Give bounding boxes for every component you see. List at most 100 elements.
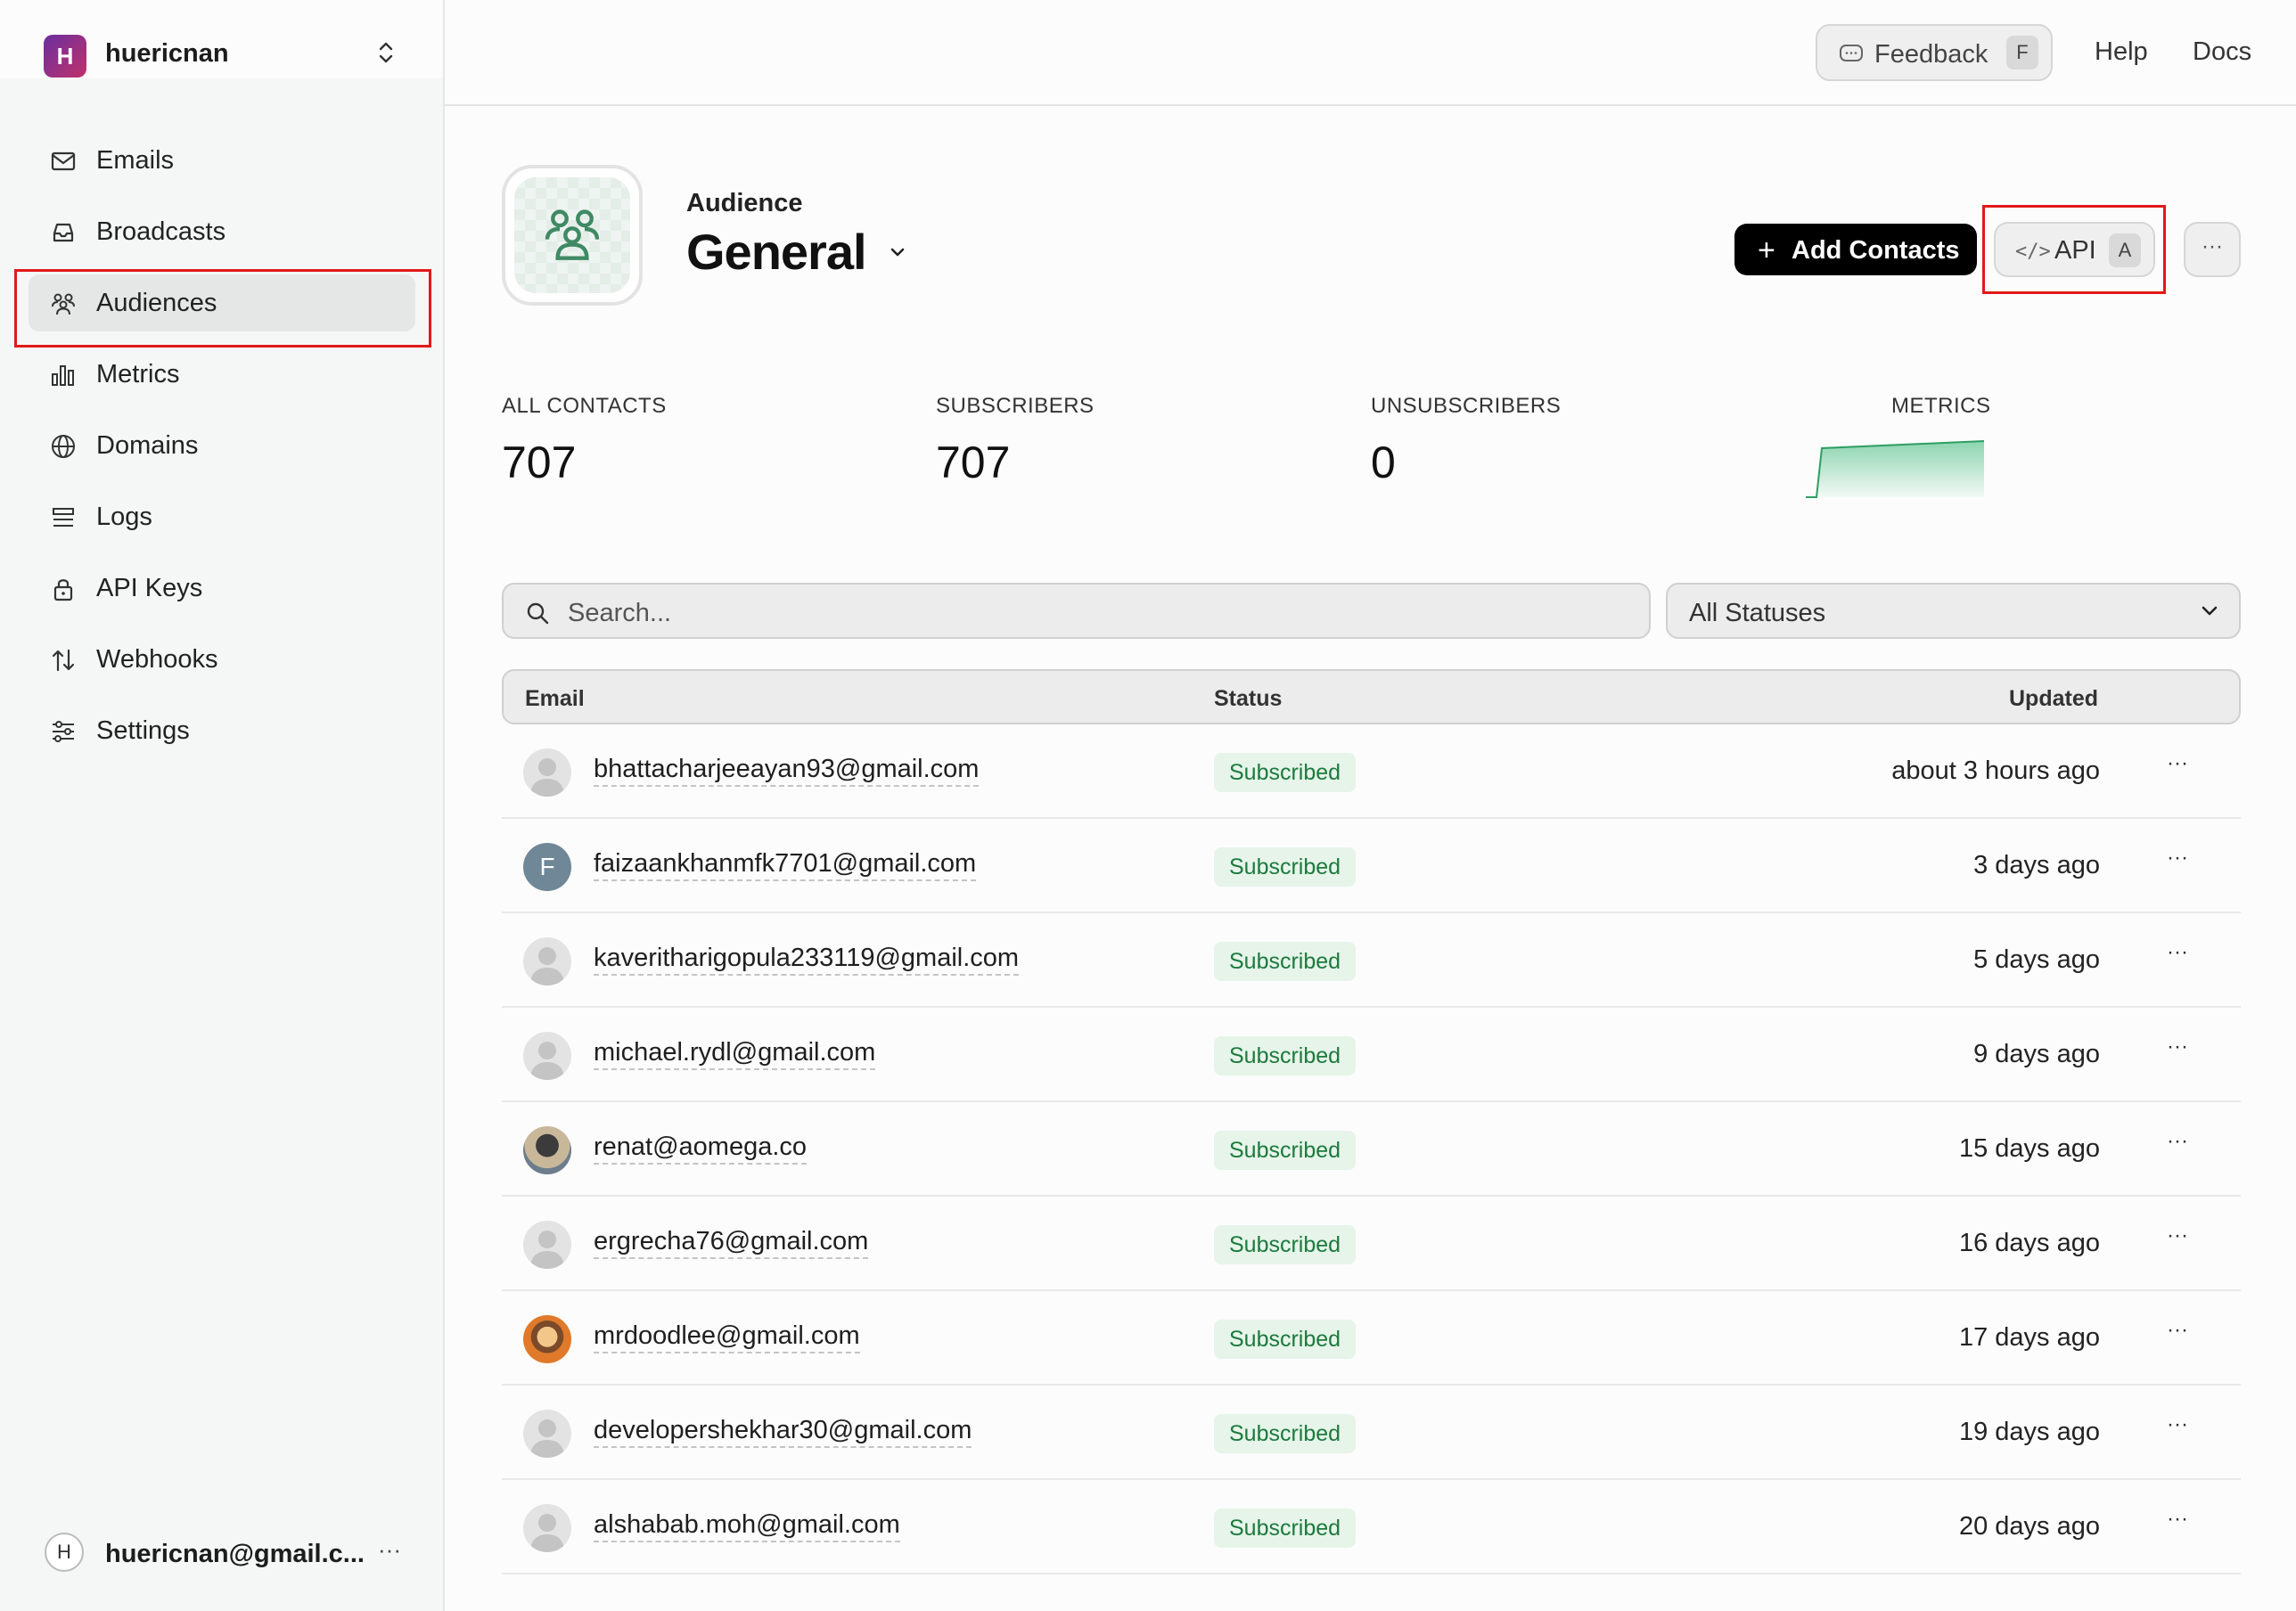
sidebar-item-metrics[interactable]: Metrics (29, 346, 415, 403)
row-more-button[interactable]: ··· (2167, 1129, 2188, 1154)
stat-label: ALL CONTACTS (502, 394, 667, 418)
status-badge: Subscribed (1214, 1509, 1357, 1548)
status-badge: Subscribed (1214, 1036, 1357, 1075)
updated-time: about 3 hours ago (1891, 756, 2100, 785)
row-more-button[interactable]: ··· (2167, 940, 2188, 965)
sidebar-item-label: Emails (96, 146, 175, 175)
globe-icon (52, 435, 75, 458)
contact-email[interactable]: mrdoodlee@gmail.com (594, 1321, 860, 1353)
metrics-sparkline[interactable] (1806, 437, 1988, 499)
status-filter-select[interactable]: All Statuses (1666, 583, 2241, 639)
updated-time: 19 days ago (1958, 1418, 2100, 1446)
audience-label: Audience (686, 189, 803, 217)
updated-time: 9 days ago (1973, 1040, 2100, 1068)
table-row[interactable]: ergrecha76@gmail.com Subscribed 16 days ag… (502, 1197, 2241, 1291)
table-row[interactable]: alshabab.moh@gmail.com Subscribed 20 days … (502, 1480, 2241, 1574)
status-badge: Subscribed (1214, 1320, 1357, 1359)
contact-email[interactable]: bhattacharjeeayan93@gmail.com (594, 755, 980, 787)
contact-email[interactable]: faizaankhanmfk7701@gmail.com (594, 849, 977, 881)
table-row[interactable]: mrdoodlee@gmail.com Subscribed 17 days ago… (502, 1291, 2241, 1386)
table-row[interactable]: Ffaizaankhanmfk7701@gmail.com Subscribed 3… (502, 819, 2241, 913)
shortcut-key: F (2006, 36, 2038, 70)
contact-avatar: F (523, 843, 571, 891)
user-menu[interactable]: H huericnan@gmail.c... ··· (0, 1524, 443, 1586)
stat-label: UNSUBSCRIBERS (1371, 394, 1562, 418)
sidebar-item-broadcasts[interactable]: Broadcasts (29, 203, 415, 260)
search-input[interactable]: Search... (502, 583, 1651, 639)
sidebar-item-label: Logs (96, 503, 152, 531)
stat-label: SUBSCRIBERS (936, 394, 1095, 418)
sidebar-item-label: Webhooks (96, 645, 218, 674)
more-icon[interactable]: ··· (378, 1536, 401, 1564)
contact-avatar (523, 1126, 571, 1174)
row-more-button[interactable]: ··· (2167, 1412, 2188, 1437)
row-more-button[interactable]: ··· (2167, 1223, 2188, 1248)
person-icon (530, 1514, 564, 1552)
users-icon (545, 209, 600, 260)
person-icon (530, 758, 564, 797)
sidebar-item-label: Settings (96, 716, 190, 745)
column-header-email[interactable]: Email (525, 686, 585, 712)
contact-avatar (523, 1315, 571, 1363)
lock-icon (53, 579, 73, 601)
sidebar-item-logs[interactable]: Logs (29, 488, 415, 545)
help-link[interactable]: Help (2095, 37, 2148, 67)
table-row[interactable]: developershekhar30@gmail.com Subscribed 19… (502, 1386, 2241, 1480)
status-filter-value: All Statuses (1689, 599, 1826, 627)
contact-email[interactable]: kaveritharigopula233119@gmail.com (594, 944, 1020, 976)
more-options-button[interactable]: ··· (2184, 222, 2241, 277)
stat-label: METRICS (1891, 394, 1991, 418)
contact-email[interactable]: alshabab.moh@gmail.com (594, 1510, 900, 1542)
sidebar-item-label: Broadcasts (96, 217, 226, 246)
status-badge: Subscribed (1214, 753, 1357, 792)
person-icon (530, 947, 564, 985)
row-more-button[interactable]: ··· (2167, 846, 2188, 871)
status-badge: Subscribed (1214, 1414, 1357, 1453)
status-badge: Subscribed (1214, 1131, 1357, 1170)
add-contacts-label: Add Contacts (1792, 236, 1960, 265)
stat-value: 707 (936, 438, 1011, 487)
sidebar-item-settings[interactable]: Settings (29, 702, 415, 759)
table-header: Email Status Updated (502, 669, 2241, 724)
status-badge: Subscribed (1214, 1225, 1357, 1264)
list-icon (53, 508, 74, 527)
search-placeholder: Search... (568, 599, 672, 627)
table-row[interactable]: bhattacharjeeayan93@gmail.com Subscribed a… (502, 724, 2241, 819)
topbar: Feedback F Help Docs (445, 0, 2296, 106)
chevron-down-icon[interactable] (888, 246, 907, 260)
contact-email[interactable]: renat@aomega.co (594, 1133, 808, 1165)
row-more-button[interactable]: ··· (2167, 1318, 2188, 1343)
row-more-button[interactable]: ··· (2167, 1034, 2188, 1059)
column-header-updated[interactable]: Updated (2009, 686, 2098, 712)
contact-avatar (523, 748, 571, 797)
contact-email[interactable]: michael.rydl@gmail.com (594, 1038, 876, 1070)
docs-link[interactable]: Docs (2193, 37, 2251, 67)
table-row[interactable]: michael.rydl@gmail.com Subscribed 9 days a… (502, 1008, 2241, 1102)
sidebar-item-label: Domains (96, 431, 199, 460)
updated-time: 20 days ago (1958, 1512, 2100, 1541)
sidebar-item-emails[interactable]: Emails (29, 132, 415, 189)
highlight-box (1982, 205, 2166, 294)
column-header-status[interactable]: Status (1214, 686, 1282, 712)
updated-time: 5 days ago (1973, 945, 2100, 974)
stat-value: 707 (502, 438, 577, 487)
add-contacts-button[interactable]: + Add Contacts (1734, 224, 1977, 275)
person-icon (530, 1042, 564, 1080)
feedback-button[interactable]: Feedback F (1816, 24, 2053, 81)
sidebar-item-webhooks[interactable]: Webhooks (29, 631, 415, 688)
updated-time: 16 days ago (1958, 1229, 2100, 1257)
row-more-button[interactable]: ··· (2167, 1507, 2188, 1532)
sidebar-item-api-keys[interactable]: API Keys (29, 560, 415, 617)
user-avatar: H (45, 1533, 84, 1572)
contact-email[interactable]: ergrecha76@gmail.com (594, 1227, 869, 1259)
audience-name[interactable]: General (686, 223, 867, 281)
table-row[interactable]: renat@aomega.co Subscribed 15 days ago ··· (502, 1102, 2241, 1197)
contact-avatar (523, 1032, 571, 1080)
team-switcher[interactable]: H huericnan (0, 0, 443, 78)
sidebar-item-domains[interactable]: Domains (29, 417, 415, 474)
row-more-button[interactable]: ··· (2167, 751, 2188, 776)
table-row[interactable]: kaveritharigopula233119@gmail.com Subscri… (502, 913, 2241, 1008)
updated-time: 15 days ago (1958, 1134, 2100, 1163)
mail-icon (51, 151, 76, 171)
contact-email[interactable]: developershekhar30@gmail.com (594, 1416, 972, 1448)
